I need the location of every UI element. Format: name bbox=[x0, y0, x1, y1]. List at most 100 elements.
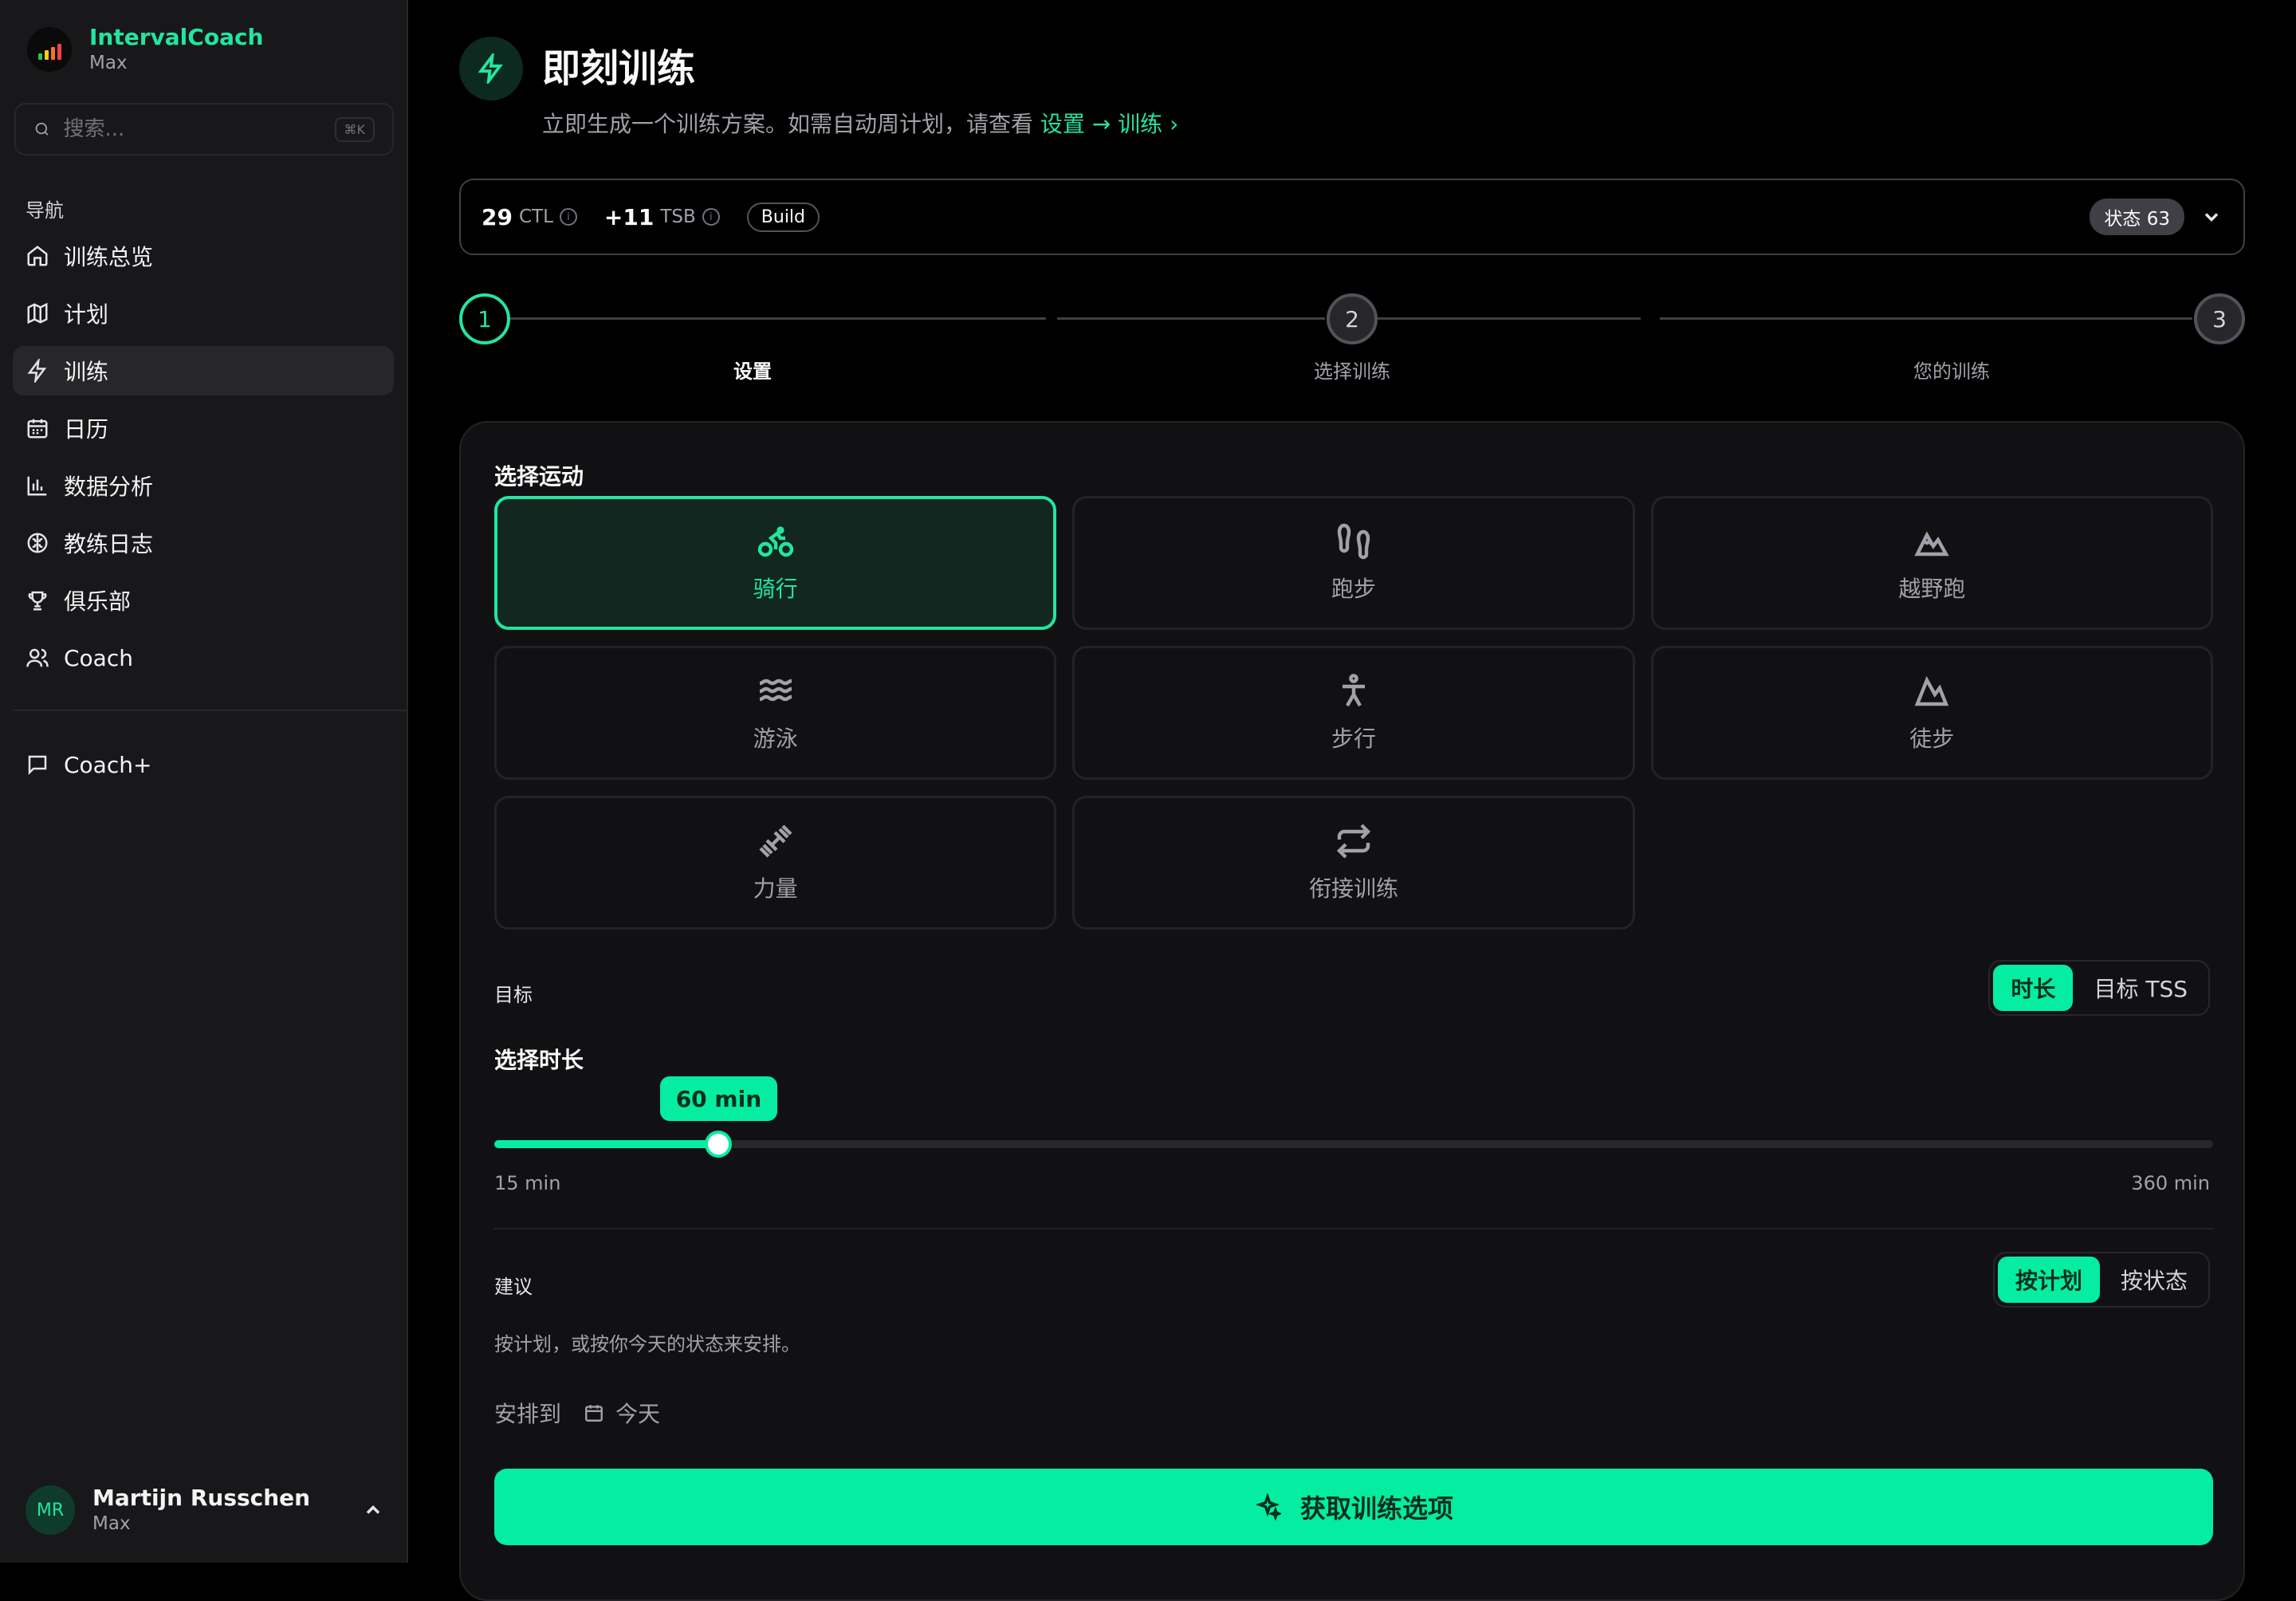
sidebar-item-workout[interactable]: 训练 bbox=[13, 346, 394, 395]
sidebar-item-label: 训练 bbox=[64, 359, 109, 385]
sport-option-brick[interactable]: 衔接训练 bbox=[1072, 796, 1635, 930]
nav-divider bbox=[13, 710, 408, 711]
duration-value-badge: 60 min bbox=[659, 1076, 778, 1121]
page-title: 即刻训练 bbox=[542, 46, 696, 91]
sport-label: 徒步 bbox=[1909, 726, 1955, 752]
info-icon[interactable]: i bbox=[559, 208, 577, 226]
sport-option-hiking[interactable]: 徒步 bbox=[1650, 646, 2213, 780]
sidebar: IntervalCoach Max ⌘K 导航 训练总览 计划 训练 bbox=[0, 0, 408, 1563]
sidebar-item-analytics[interactable]: 数据分析 bbox=[13, 461, 394, 510]
search-icon bbox=[35, 122, 49, 136]
sidebar-item-label: Coach bbox=[64, 644, 133, 671]
ctl-value: 29 bbox=[482, 203, 513, 230]
sidebar-item-label: 训练总览 bbox=[64, 244, 154, 270]
brand[interactable]: IntervalCoach Max bbox=[27, 24, 264, 75]
schedule-row: 安排到 今天 bbox=[494, 1397, 660, 1429]
home-icon bbox=[27, 246, 48, 266]
goal-toggle: 时长 目标 TSS bbox=[1988, 960, 2210, 1016]
sport-label: 游泳 bbox=[753, 726, 798, 752]
sparkles-icon bbox=[1255, 1493, 1281, 1520]
tsb-label: TSB bbox=[660, 207, 696, 227]
get-workout-options-button[interactable]: 获取训练选项 bbox=[494, 1469, 2213, 1545]
step-3-label: 您的训练 bbox=[1913, 360, 1990, 383]
bolt-icon bbox=[27, 359, 47, 383]
stepper-line bbox=[1378, 317, 1641, 320]
calendar-icon bbox=[585, 1405, 603, 1422]
bolt-icon bbox=[478, 53, 503, 84]
nav-list: 训练总览 计划 训练 日历 数据分析 教练日志 俱乐部 Coach bbox=[13, 231, 394, 690]
brain-icon bbox=[27, 533, 48, 553]
ctl-label: CTL bbox=[518, 207, 553, 227]
sidebar-item-calendar[interactable]: 日历 bbox=[13, 403, 394, 453]
chevron-up-icon[interactable] bbox=[362, 1499, 384, 1521]
users-icon bbox=[26, 648, 49, 667]
tsb-metric: +11 TSB i bbox=[604, 204, 720, 230]
sidebar-item-plan[interactable]: 计划 bbox=[13, 289, 394, 338]
sidebar-item-label: 数据分析 bbox=[64, 474, 154, 500]
sport-option-strength[interactable]: 力量 bbox=[494, 796, 1057, 930]
search-shortcut: ⌘K bbox=[334, 116, 375, 142]
sidebar-item-coach[interactable]: Coach bbox=[13, 633, 394, 682]
ctl-metric: 29 CTL i bbox=[482, 204, 577, 230]
brand-name: IntervalCoach bbox=[89, 24, 264, 50]
duration-slider[interactable] bbox=[494, 1131, 2213, 1158]
search-box[interactable]: ⌘K bbox=[14, 103, 394, 155]
user-menu[interactable]: MR Martijn Russchen Max bbox=[26, 1485, 384, 1536]
goal-option-duration[interactable]: 时长 bbox=[1993, 965, 2074, 1011]
sport-option-cycling[interactable]: 骑行 bbox=[494, 496, 1057, 630]
trophy-icon bbox=[28, 591, 47, 611]
suggest-option-state[interactable]: 按状态 bbox=[2103, 1257, 2205, 1303]
page-subtitle: 立即生成一个训练方案。如需自动周计划，请查看 设置 → 训练 › bbox=[542, 108, 1178, 140]
brand-logo-icon bbox=[27, 27, 72, 72]
step-2-circle: 2 bbox=[1327, 293, 1378, 344]
search-input[interactable] bbox=[63, 117, 322, 141]
person-walking-icon bbox=[1342, 674, 1365, 707]
sport-label: 骑行 bbox=[753, 576, 798, 602]
suggest-option-plan[interactable]: 按计划 bbox=[1997, 1257, 2100, 1303]
sidebar-item-label: Coach+ bbox=[64, 751, 152, 778]
goal-option-tss[interactable]: 目标 TSS bbox=[2076, 965, 2205, 1011]
suggest-hint: 按计划，或按你今天的状态来安排。 bbox=[494, 1333, 800, 1355]
stepper-line bbox=[1660, 317, 2192, 320]
sidebar-item-club[interactable]: 俱乐部 bbox=[13, 576, 394, 625]
page-subtitle-text: 立即生成一个训练方案。如需自动周计划，请查看 bbox=[542, 111, 1034, 137]
sport-label: 步行 bbox=[1331, 726, 1376, 752]
dumbbell-icon bbox=[759, 824, 792, 858]
step-3-circle: 3 bbox=[2194, 293, 2245, 344]
phase-badge: Build bbox=[746, 202, 820, 232]
sport-option-walking[interactable]: 步行 bbox=[1072, 646, 1635, 780]
duration-label: 选择时长 bbox=[494, 1047, 584, 1073]
step-2-label: 选择训练 bbox=[1314, 360, 1390, 383]
info-icon[interactable]: i bbox=[702, 208, 720, 226]
duration-slider-thumb[interactable] bbox=[705, 1131, 733, 1158]
sport-label: 力量 bbox=[753, 875, 798, 902]
sport-option-running[interactable]: 跑步 bbox=[1072, 496, 1635, 630]
chevron-down-icon[interactable] bbox=[2200, 206, 2223, 228]
stepper-line bbox=[510, 317, 1046, 320]
settings-training-link[interactable]: 设置 → 训练 › bbox=[1040, 111, 1178, 137]
fitness-status-bar[interactable]: 29 CTL i +11 TSB i Build 状态 63 bbox=[459, 179, 2245, 255]
goal-label: 目标 bbox=[494, 984, 533, 1006]
map-icon bbox=[27, 302, 48, 325]
sport-option-swimming[interactable]: 游泳 bbox=[494, 646, 1057, 780]
sidebar-item-label: 日历 bbox=[64, 416, 109, 443]
setup-card: 选择运动 骑行 跑步 越野跑 游泳 步行 徒步 力量 衔接训练 目标 时长 目标… bbox=[459, 421, 2245, 1601]
duration-min-label: 15 min bbox=[494, 1172, 561, 1194]
sport-label: 跑步 bbox=[1331, 576, 1376, 602]
message-square-icon bbox=[28, 755, 47, 776]
repeat-icon bbox=[1336, 824, 1371, 859]
sidebar-item-label: 计划 bbox=[64, 301, 109, 328]
step-1-circle: 1 bbox=[459, 293, 510, 344]
header-bolt-badge bbox=[459, 37, 523, 100]
bar-chart-icon bbox=[27, 476, 47, 496]
sidebar-item-coach-log[interactable]: 教练日志 bbox=[13, 518, 394, 568]
sidebar-item-overview[interactable]: 训练总览 bbox=[13, 231, 394, 281]
sidebar-item-coach-plus[interactable]: Coach+ bbox=[13, 740, 394, 789]
user-plan: Max bbox=[92, 1513, 131, 1534]
schedule-date-picker[interactable]: 今天 bbox=[584, 1397, 660, 1429]
avatar: MR bbox=[26, 1485, 75, 1535]
tsb-value: +11 bbox=[603, 203, 655, 230]
sidebar-item-label: 俱乐部 bbox=[64, 588, 132, 615]
sport-option-trail-running[interactable]: 越野跑 bbox=[1650, 496, 2213, 630]
calendar-icon bbox=[27, 419, 48, 439]
